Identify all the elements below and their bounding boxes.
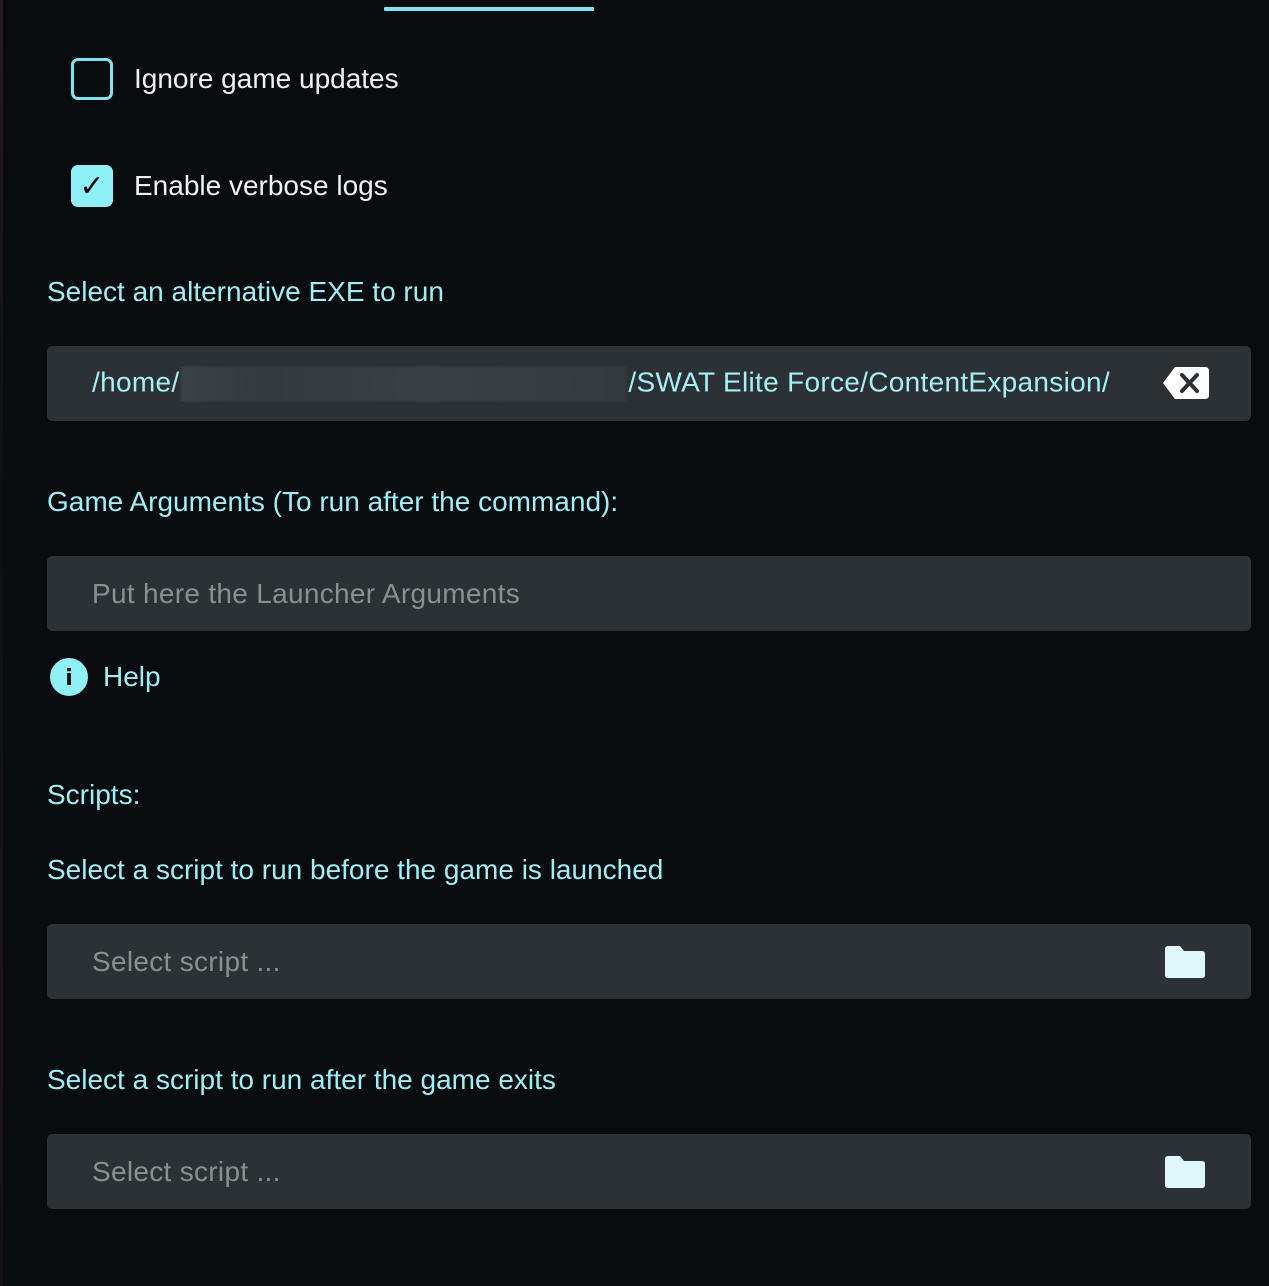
verbose-logs-label: Enable verbose logs	[134, 170, 388, 201]
script-after-placeholder: Select script ...	[92, 1155, 281, 1187]
ignore-updates-checkbox-row[interactable]: Ignore game updates	[71, 58, 399, 100]
script-before-input[interactable]: Select script ...	[47, 924, 1251, 999]
game-settings-panel: Ignore game updates ✓ Enable verbose log…	[0, 0, 1269, 1286]
backspace-clear-icon[interactable]	[1163, 367, 1209, 399]
redacted-path-segment	[181, 365, 627, 402]
ignore-updates-checkbox[interactable]	[71, 58, 113, 100]
script-after-label: Select a script to run after the game ex…	[47, 1064, 556, 1095]
alt-exe-path-prefix: /home/	[92, 365, 180, 397]
alt-exe-label: Select an alternative EXE to run	[47, 276, 444, 307]
game-args-label: Game Arguments (To run after the command…	[47, 486, 619, 517]
folder-icon[interactable]	[1165, 946, 1205, 978]
folder-icon[interactable]	[1165, 1156, 1205, 1188]
alt-exe-path-suffix: /SWAT Elite Force/ContentExpansion/	[628, 365, 1110, 397]
info-icon-glyph: i	[65, 666, 73, 691]
help-label: Help	[103, 661, 161, 692]
script-before-placeholder: Select script ...	[92, 945, 281, 977]
alt-exe-field[interactable]: /home/ /SWAT Elite Force/ContentExpansion…	[47, 346, 1251, 421]
scripts-heading: Scripts:	[47, 779, 141, 810]
script-after-input[interactable]: Select script ...	[47, 1134, 1251, 1209]
script-before-label: Select a script to run before the game i…	[47, 854, 664, 885]
verbose-logs-checkbox[interactable]: ✓	[71, 165, 113, 207]
verbose-logs-checkbox-row[interactable]: ✓ Enable verbose logs	[71, 165, 388, 207]
ignore-updates-label: Ignore game updates	[134, 63, 399, 94]
window-left-edge	[0, 0, 3, 1286]
game-args-placeholder: Put here the Launcher Arguments	[92, 577, 521, 609]
game-args-input[interactable]: Put here the Launcher Arguments	[47, 556, 1251, 631]
alt-exe-value: /home/ /SWAT Elite Force/ContentExpansion…	[92, 365, 1110, 402]
help-link[interactable]: i Help	[50, 658, 161, 696]
checkmark-icon: ✓	[79, 169, 105, 203]
info-icon: i	[50, 658, 88, 696]
active-tab-indicator	[384, 7, 594, 11]
